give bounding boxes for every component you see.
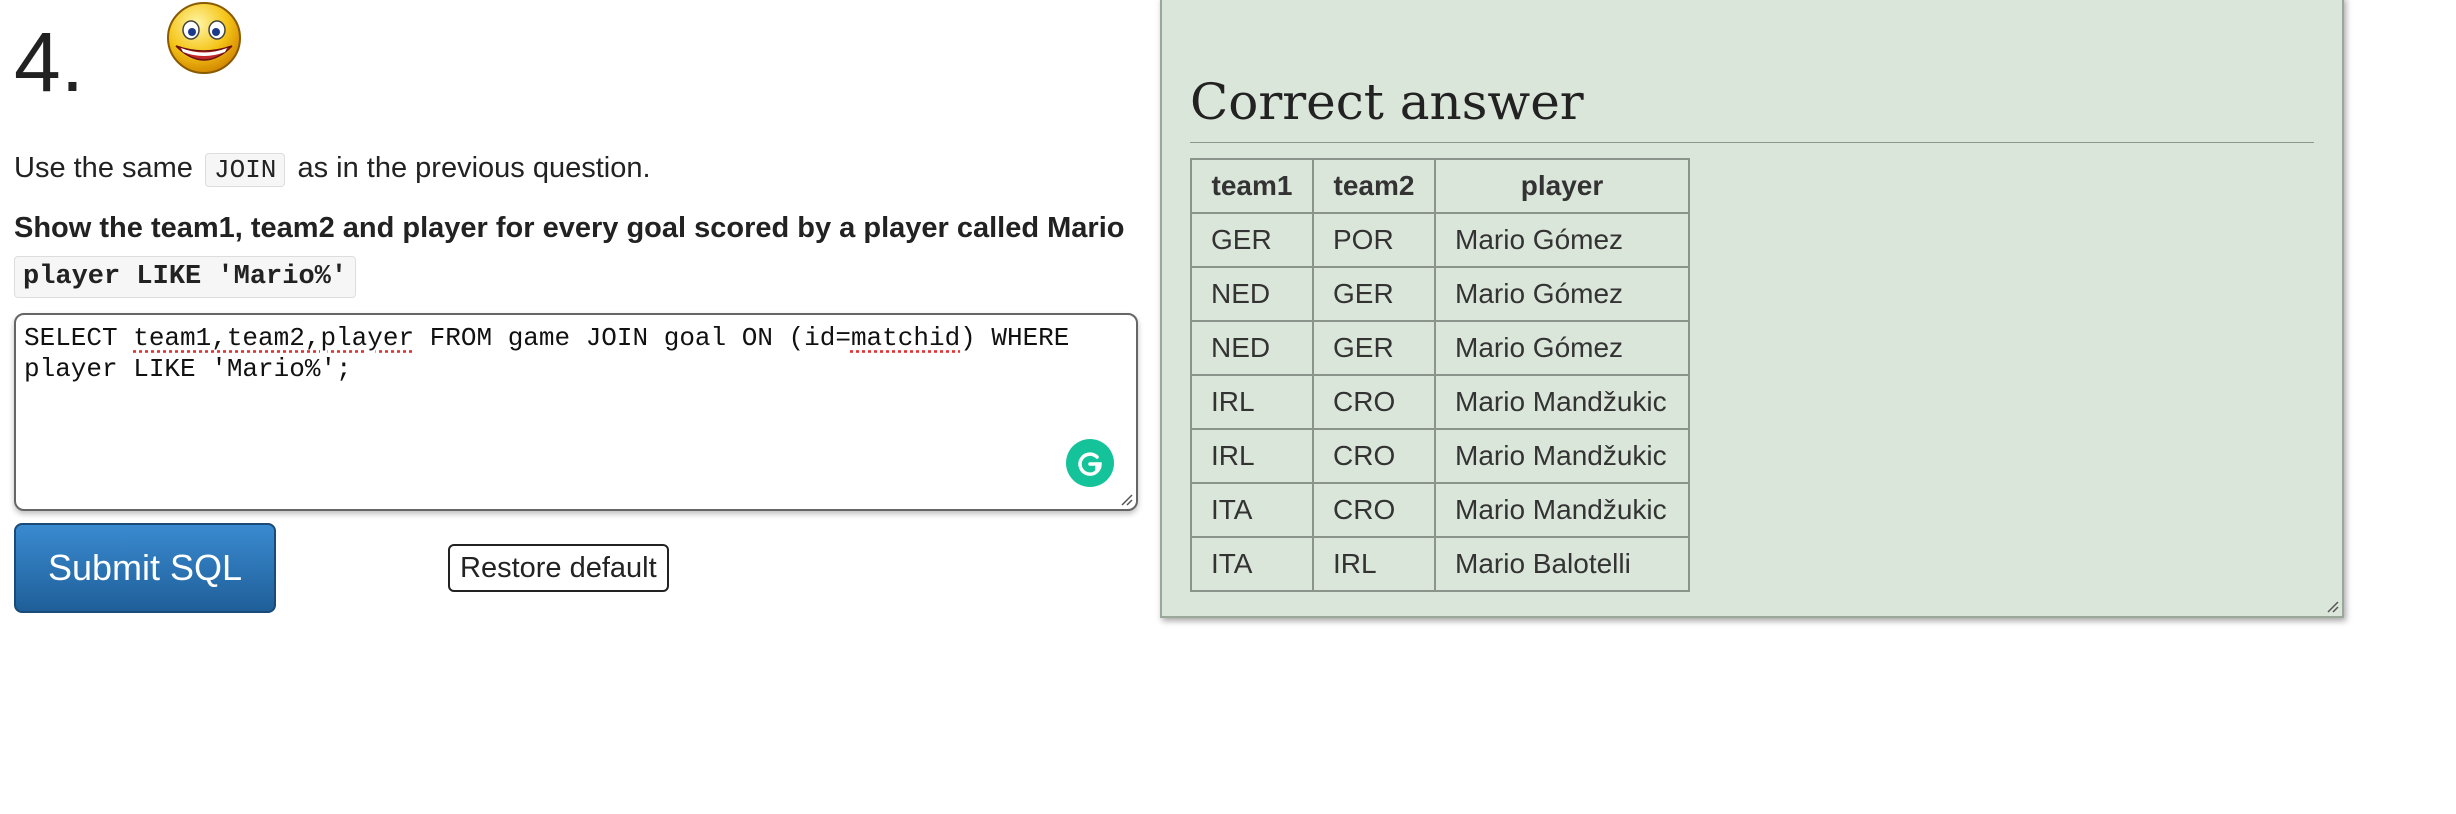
correct-answer-panel: Correct answer team1 team2 player GER PO… — [1160, 0, 2344, 618]
result-table: team1 team2 player GER POR Mario Gómez N… — [1190, 158, 1690, 592]
sql-part: FROM game JOIN goal ON (id= — [414, 323, 851, 353]
table-row: GER POR Mario Gómez — [1190, 212, 1690, 268]
table-cell: IRL — [1190, 428, 1314, 484]
resize-handle-icon[interactable] — [1119, 492, 1133, 506]
submit-sql-button[interactable]: Submit SQL — [14, 523, 276, 613]
table-cell: Mario Balotelli — [1434, 536, 1690, 592]
answer-title: Correct answer — [1190, 73, 1584, 131]
intro-after: as in the previous question. — [297, 152, 651, 184]
table-row: ITA CRO Mario Mandžukic — [1190, 482, 1690, 538]
question-number: 4. — [14, 15, 85, 109]
table-cell: NED — [1190, 266, 1314, 322]
join-keyword: JOIN — [204, 153, 286, 187]
table-row: NED GER Mario Gómez — [1190, 266, 1690, 322]
table-cell: GER — [1312, 266, 1436, 322]
divider — [1190, 142, 2314, 143]
grammarly-g-icon — [1078, 452, 1102, 476]
resize-handle-icon[interactable] — [2325, 599, 2339, 613]
table-row: ITA IRL Mario Balotelli — [1190, 536, 1690, 592]
table-cell: GER — [1190, 212, 1314, 268]
task-text: Show the team1, team2 and player for eve… — [14, 212, 1125, 244]
sql-part-misspelled: matchid — [850, 323, 961, 353]
table-cell: NED — [1190, 320, 1314, 376]
column-header: player — [1434, 158, 1690, 214]
table-row: IRL CRO Mario Mandžukic — [1190, 428, 1690, 484]
restore-default-button[interactable]: Restore default — [448, 544, 669, 592]
table-cell: IRL — [1312, 536, 1436, 592]
hint-code: player LIKE 'Mario%' — [14, 256, 357, 298]
sql-editor-text[interactable]: SELECT team1,team2,player FROM game JOIN… — [24, 323, 1114, 385]
table-cell: Mario Gómez — [1434, 212, 1690, 268]
table-cell: Mario Gómez — [1434, 320, 1690, 376]
instruction-text: Use the same JOIN as in the previous que… — [14, 148, 651, 190]
smiley-icon — [167, 2, 241, 74]
table-cell: GER — [1312, 320, 1436, 376]
table-cell: POR — [1312, 212, 1436, 268]
column-header: team1 — [1190, 158, 1314, 214]
table-row: IRL CRO Mario Mandžukic — [1190, 374, 1690, 430]
table-cell: ITA — [1190, 536, 1314, 592]
table-cell: Mario Mandžukic — [1434, 374, 1690, 430]
table-cell: CRO — [1312, 374, 1436, 430]
column-header: team2 — [1312, 158, 1436, 214]
table-cell: IRL — [1190, 374, 1314, 430]
table-cell: CRO — [1312, 428, 1436, 484]
table-cell: Mario Gómez — [1434, 266, 1690, 322]
sql-part-misspelled: team1,team2,player — [133, 323, 415, 353]
table-cell: ITA — [1190, 482, 1314, 538]
table-cell: CRO — [1312, 482, 1436, 538]
sql-editor[interactable]: SELECT team1,team2,player FROM game JOIN… — [14, 313, 1138, 511]
table-cell: Mario Mandžukic — [1434, 482, 1690, 538]
grammarly-icon[interactable] — [1066, 439, 1114, 487]
sql-part: SELECT — [24, 323, 134, 353]
table-cell: Mario Mandžukic — [1434, 428, 1690, 484]
table-header-row: team1 team2 player — [1190, 158, 1690, 214]
table-row: NED GER Mario Gómez — [1190, 320, 1690, 376]
intro-before: Use the same — [14, 152, 193, 184]
